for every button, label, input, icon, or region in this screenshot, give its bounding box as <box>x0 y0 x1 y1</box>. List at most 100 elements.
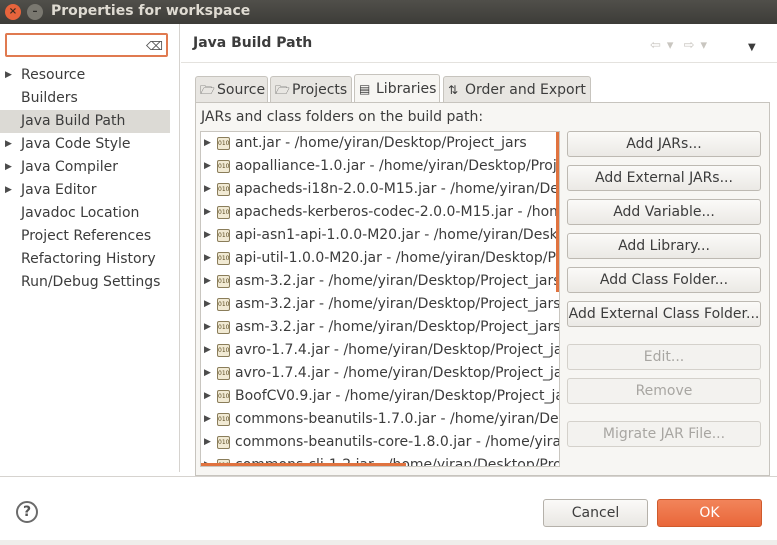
jar-list-item[interactable]: ▶ 010 aopalliance-1.0.jar - /home/yiran/De… <box>201 155 559 178</box>
back-arrow-icon[interactable]: ⇦ <box>650 38 661 53</box>
expand-arrow-icon[interactable]: ▶ <box>204 385 211 408</box>
sidebar-item-label: Resource <box>21 67 86 83</box>
jar-file-icon: 010 <box>217 390 230 403</box>
expand-arrow-icon[interactable]: ▶ <box>204 247 211 270</box>
add-jars-button[interactable]: Add JARs... <box>567 131 761 157</box>
jar-list-item[interactable]: ▶ 010 api-asn1-api-1.0.0-M20.jar - /home/y… <box>201 224 559 247</box>
help-icon[interactable]: ? <box>16 501 38 523</box>
jar-file-icon: 010 <box>217 344 230 357</box>
horizontal-scrollbar[interactable] <box>201 463 406 466</box>
sidebar-item-label: Java Compiler <box>21 159 119 175</box>
tab-order-and-export[interactable]: ⇅ Order and Export <box>443 76 591 102</box>
vertical-scrollbar[interactable] <box>556 132 559 292</box>
minimize-window-icon[interactable]: – <box>27 4 43 20</box>
expand-arrow-icon[interactable]: ▶ <box>5 133 12 156</box>
tab-label: Source <box>217 82 266 98</box>
expand-arrow-icon[interactable]: ▶ <box>204 201 211 224</box>
add-external-jars-button[interactable]: Add External JARs... <box>567 165 761 191</box>
jar-list[interactable]: ▶ 010 ant.jar - /home/yiran/Desktop/Projec… <box>200 131 560 467</box>
tab-source[interactable]: 🗁 Source <box>195 76 268 102</box>
cancel-button[interactable]: Cancel <box>543 499 648 527</box>
filter-field[interactable]: ⌫ <box>5 33 168 57</box>
jar-list-item[interactable]: ▶ 010 asm-3.2.jar - /home/yiran/Desktop/Pr… <box>201 293 559 316</box>
jar-label: asm-3.2.jar - /home/yiran/Desktop/Projec… <box>235 296 560 312</box>
expand-arrow-icon[interactable]: ▶ <box>204 316 211 339</box>
jar-list-item[interactable]: ▶ 010 BoofCV0.9.jar - /home/yiran/Desktop/… <box>201 385 559 408</box>
sidebar-item-label: Builders <box>21 90 78 106</box>
sidebar-item-builders[interactable]: Builders <box>0 87 180 110</box>
sidebar-item-label: Java Editor <box>21 182 97 198</box>
remove-button[interactable]: Remove <box>567 378 761 404</box>
jar-list-item[interactable]: ▶ 010 avro-1.7.4.jar - /home/yiran/Desktop… <box>201 362 559 385</box>
sidebar-item-resource[interactable]: ▶ Resource <box>0 64 180 87</box>
tab-libraries[interactable]: ▤ Libraries <box>354 74 440 102</box>
sidebar-item-java-build-path[interactable]: Java Build Path <box>0 110 170 133</box>
jar-list-item[interactable]: ▶ 010 apacheds-i18n-2.0.0-M15.jar - /home/… <box>201 178 559 201</box>
add-class-folder-button[interactable]: Add Class Folder... <box>567 267 761 293</box>
jar-list-item[interactable]: ▶ 010 asm-3.2.jar - /home/yiran/Desktop/Pr… <box>201 270 559 293</box>
jar-file-icon: 010 <box>217 252 230 265</box>
ok-button[interactable]: OK <box>657 499 762 527</box>
forward-menu-icon[interactable]: ▾ <box>700 38 707 53</box>
jar-list-item[interactable]: ▶ 010 ant.jar - /home/yiran/Desktop/Projec… <box>201 132 559 155</box>
expand-arrow-icon[interactable]: ▶ <box>204 339 211 362</box>
jar-label: aopalliance-1.0.jar - /home/yiran/Deskto… <box>235 158 560 174</box>
expand-arrow-icon[interactable]: ▶ <box>5 156 12 179</box>
close-window-icon[interactable]: × <box>5 4 21 20</box>
expand-arrow-icon[interactable]: ▶ <box>5 64 12 87</box>
jar-label: api-util-1.0.0-M20.jar - /home/yiran/Des… <box>235 250 560 266</box>
expand-arrow-icon[interactable]: ▶ <box>204 431 211 454</box>
expand-arrow-icon[interactable]: ▶ <box>204 270 211 293</box>
sidebar-item-label: Run/Debug Settings <box>21 274 161 290</box>
clear-filter-icon[interactable]: ⌫ <box>146 39 163 53</box>
libraries-icon: ▤ <box>359 82 371 96</box>
jar-label: avro-1.7.4.jar - /home/yiran/Desktop/Pro… <box>235 342 560 358</box>
expand-arrow-icon[interactable]: ▶ <box>5 179 12 202</box>
expand-arrow-icon[interactable]: ▶ <box>204 362 211 385</box>
tab-projects[interactable]: 🗁 Projects <box>270 76 352 102</box>
sidebar-item-label: Java Code Style <box>21 136 131 152</box>
sidebar-item-java-code-style[interactable]: ▶ Java Code Style <box>0 133 180 156</box>
view-menu-icon[interactable]: ▼ <box>748 42 756 53</box>
header-divider <box>181 62 777 63</box>
expand-arrow-icon[interactable]: ▶ <box>204 293 211 316</box>
expand-arrow-icon[interactable]: ▶ <box>204 224 211 247</box>
expand-arrow-icon[interactable]: ▶ <box>204 155 211 178</box>
back-menu-icon[interactable]: ▾ <box>667 38 674 53</box>
sidebar-item-label: Project References <box>21 228 152 244</box>
jar-list-item[interactable]: ▶ 010 apacheds-kerberos-codec-2.0.0-M15.ja… <box>201 201 559 224</box>
sidebar-item-label: Javadoc Location <box>21 205 140 221</box>
sidebar-item-run-debug-settings[interactable]: Run/Debug Settings <box>0 271 180 294</box>
jar-list-item[interactable]: ▶ 010 api-util-1.0.0-M20.jar - /home/yiran… <box>201 247 559 270</box>
migrate-jar-file-button[interactable]: Migrate JAR File... <box>567 421 761 447</box>
jar-label: apacheds-i18n-2.0.0-M15.jar - /home/yira… <box>235 181 560 197</box>
property-page-tree: ▶ Resource Builders Java Build Path ▶ Ja… <box>0 64 180 294</box>
jar-file-icon: 010 <box>217 275 230 288</box>
add-library-button[interactable]: Add Library... <box>567 233 761 259</box>
sidebar-item-refactoring-history[interactable]: Refactoring History <box>0 248 180 271</box>
projects-icon: 🗁 <box>275 83 290 97</box>
expand-arrow-icon[interactable]: ▶ <box>204 178 211 201</box>
expand-arrow-icon[interactable]: ▶ <box>204 408 211 431</box>
jar-list-item[interactable]: ▶ 010 asm-3.2.jar - /home/yiran/Desktop/Pr… <box>201 316 559 339</box>
add-variable-button[interactable]: Add Variable... <box>567 199 761 225</box>
jar-label: ant.jar - /home/yiran/Desktop/Project_ja… <box>235 135 527 151</box>
jar-file-icon: 010 <box>217 367 230 380</box>
sidebar-item-javadoc-location[interactable]: Javadoc Location <box>0 202 180 225</box>
jar-label: apacheds-kerberos-codec-2.0.0-M15.jar - … <box>235 204 560 220</box>
jar-list-item[interactable]: ▶ 010 commons-beanutils-core-1.8.0.jar - /… <box>201 431 559 454</box>
sidebar-item-java-editor[interactable]: ▶ Java Editor <box>0 179 180 202</box>
jar-list-item[interactable]: ▶ 010 commons-beanutils-1.7.0.jar - /home/… <box>201 408 559 431</box>
jar-label: commons-beanutils-core-1.8.0.jar - /home… <box>235 434 560 450</box>
jar-list-item[interactable]: ▶ 010 avro-1.7.4.jar - /home/yiran/Desktop… <box>201 339 559 362</box>
add-external-class-folder-button[interactable]: Add External Class Folder... <box>567 301 761 327</box>
expand-arrow-icon[interactable]: ▶ <box>204 132 211 155</box>
jar-file-icon: 010 <box>217 413 230 426</box>
sidebar-item-java-compiler[interactable]: ▶ Java Compiler <box>0 156 180 179</box>
page-title: Java Build Path <box>193 35 313 51</box>
filter-input[interactable] <box>11 37 141 54</box>
forward-arrow-icon[interactable]: ⇨ <box>684 38 695 53</box>
edit-button[interactable]: Edit... <box>567 344 761 370</box>
sidebar-item-project-references[interactable]: Project References <box>0 225 180 248</box>
footer-divider <box>0 476 777 477</box>
